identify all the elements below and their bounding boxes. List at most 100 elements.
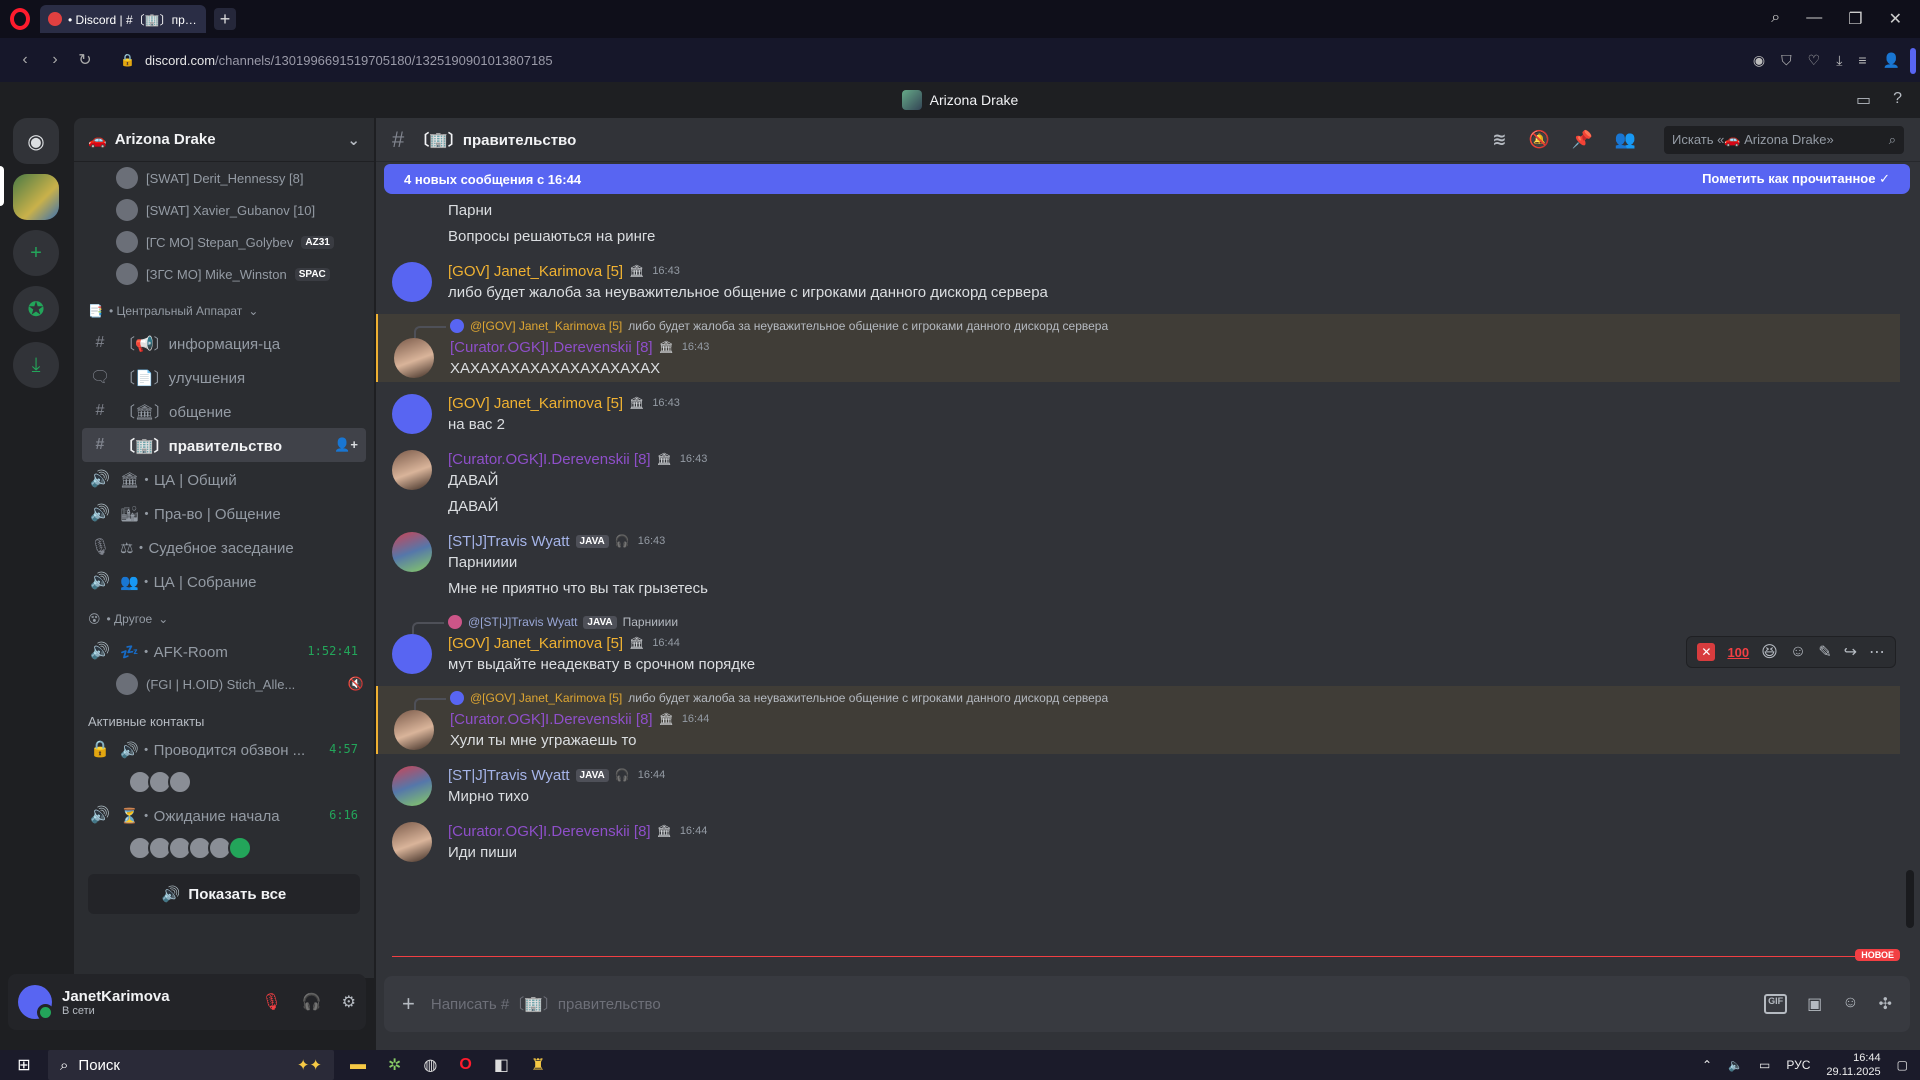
mic-muted-icon[interactable]: 🎙: [261, 992, 281, 1012]
forward-icon[interactable]: ›: [40, 51, 70, 69]
download-apps-icon[interactable]: ⤓: [13, 342, 59, 388]
reply-preview[interactable]: @[GOV] Janet_Karimova [5] либо будет жало…: [414, 316, 1884, 338]
author-name[interactable]: [Curator.OGK]I.Derevenskii [8]: [448, 451, 651, 468]
author-name[interactable]: [GOV] Janet_Karimova [5]: [448, 263, 623, 280]
channel-item[interactable]: 🔊 🏛・ЦА | Общий: [82, 462, 366, 496]
windows-start-icon[interactable]: ⊞: [0, 1055, 48, 1075]
channel-item[interactable]: 🔊 👥・ЦА | Собрание: [82, 564, 366, 598]
avatar[interactable]: [392, 822, 432, 862]
avatar[interactable]: [394, 338, 434, 378]
author-name[interactable]: [Curator.OGK]I.Derevenskii [8]: [450, 711, 653, 728]
sticker-icon[interactable]: ▣: [1807, 994, 1822, 1014]
channel-item[interactable]: 🔊 🏙・Пра-во | Общение: [82, 496, 366, 530]
forward-icon[interactable]: ↪: [1844, 642, 1857, 662]
help-icon[interactable]: ?: [1893, 90, 1902, 110]
menu-icon[interactable]: ≡: [1858, 52, 1866, 69]
reaction-laugh-icon[interactable]: 😆: [1761, 642, 1778, 662]
avatar[interactable]: [392, 450, 432, 490]
minimize-icon[interactable]: —: [1806, 9, 1822, 29]
author-name[interactable]: [Curator.OGK]I.Derevenskii [8]: [450, 339, 653, 356]
camera-icon[interactable]: ◉: [1753, 52, 1765, 69]
server-header[interactable]: 🚗 Arizona Drake ⌄: [74, 118, 374, 162]
channel-item[interactable]: 🗨 〔📄〕улучшения: [82, 360, 366, 394]
headphones-icon[interactable]: 🎧: [302, 992, 322, 1012]
gear-icon[interactable]: ⚙: [342, 992, 356, 1012]
avatar[interactable]: [394, 710, 434, 750]
members-icon[interactable]: 👥: [1615, 130, 1636, 150]
attach-plus-icon[interactable]: +: [402, 991, 415, 1017]
message[interactable]: @[ST|J]Travis Wyatt JAVA Парнииии [GOV] Jan…: [376, 610, 1900, 678]
scrollbar[interactable]: [1906, 870, 1914, 928]
active-call-2[interactable]: 🔊 ⏳・Ожидание начала 6:16: [82, 798, 366, 832]
clock[interactable]: 16:44 29.11.2025: [1826, 1051, 1880, 1079]
avatar[interactable]: [392, 532, 432, 572]
message[interactable]: [ST|J]Travis Wyatt JAVA 🎧 16:44 Мирно тихо: [376, 762, 1900, 810]
threads-icon[interactable]: ≋: [1492, 130, 1506, 150]
file-explorer-icon[interactable]: ▬: [350, 1056, 366, 1074]
user-info[interactable]: JanetKarimova В сети: [62, 988, 170, 1017]
message-input[interactable]: [430, 995, 1631, 1013]
message[interactable]: [Curator.OGK]I.Derevenskii [8] 🏛 16:44 Иди …: [376, 818, 1900, 866]
pin-icon[interactable]: 📌: [1572, 130, 1593, 150]
message[interactable]: [Curator.OGK]I.Derevenskii [8] 🏛 16:43 ДАВА…: [376, 446, 1900, 494]
voice-user[interactable]: [ЗГС МО] Mike_Winston SPAC: [74, 258, 374, 290]
notifications-icon[interactable]: ▢: [1897, 1058, 1908, 1072]
channel-afk[interactable]: 🔊 💤・AFK-Room 1:52:41: [82, 634, 366, 668]
message[interactable]: [GOV] Janet_Karimova [5] 🏛 16:43 на вас 2: [376, 390, 1900, 438]
add-server-icon[interactable]: +: [13, 230, 59, 276]
category-other[interactable]: 😵 • Другое ⌄: [74, 604, 374, 634]
url-field[interactable]: discord.com/channels/1301996691519705180…: [145, 53, 553, 68]
language-indicator[interactable]: РУС: [1786, 1058, 1810, 1072]
inbox-icon[interactable]: ▭: [1856, 90, 1871, 110]
voice-user[interactable]: [SWAT] Xavier_Gubanov [10]: [74, 194, 374, 226]
tray-chevron-icon[interactable]: ⌃: [1702, 1058, 1712, 1072]
apps-icon[interactable]: ✣: [1879, 994, 1892, 1014]
message[interactable]: [GOV] Janet_Karimova [5] 🏛 16:43 либо будет…: [376, 258, 1900, 306]
discord-home-icon[interactable]: ◉: [13, 118, 59, 164]
voice-user[interactable]: [ГС МО] Stepan_Golybev AZ31: [74, 226, 374, 258]
new-messages-banner[interactable]: 4 новых сообщения с 16:44 Пометить как п…: [384, 164, 1910, 194]
author-name[interactable]: [ST|J]Travis Wyatt: [448, 533, 570, 550]
restore-icon[interactable]: ❐: [1848, 9, 1862, 29]
download-icon[interactable]: ⤓: [1836, 52, 1842, 69]
author-name[interactable]: [GOV] Janet_Karimova [5]: [448, 395, 623, 412]
message[interactable]: Мне не приятно что вы так грызетесь: [376, 576, 1900, 602]
search-input[interactable]: Искать «🚗 Arizona Drake» ⌕: [1664, 125, 1904, 154]
afk-voice-user[interactable]: (FGI | H.OID) Stich_Alle... 🔇: [74, 668, 374, 700]
game-taskbar-icon[interactable]: ♜: [531, 1055, 545, 1075]
message[interactable]: ДАВАЙ: [376, 494, 1900, 520]
message[interactable]: [ST|J]Travis Wyatt JAVA 🎧 16:43 Парнииии: [376, 528, 1900, 576]
back-icon[interactable]: ‹: [10, 51, 40, 69]
author-name[interactable]: [ST|J]Travis Wyatt: [448, 767, 570, 784]
author-name[interactable]: [GOV] Janet_Karimova [5]: [448, 635, 623, 652]
explore-icon[interactable]: ✪: [13, 286, 59, 332]
category-central[interactable]: 📑 • Центральный Аппарат ⌄: [74, 296, 374, 326]
emoji-icon[interactable]: ☺: [1842, 994, 1858, 1014]
new-tab-button[interactable]: +: [214, 8, 236, 30]
reload-icon[interactable]: ↻: [70, 50, 100, 70]
notifications-muted-icon[interactable]: 🔕: [1528, 130, 1549, 150]
message[interactable]: Вопросы решаються на ринге: [376, 224, 1900, 250]
game-launcher-icon[interactable]: ✲: [388, 1055, 401, 1075]
taskbar-search[interactable]: ⌕ Поиск ✦✦: [48, 1050, 334, 1080]
active-call-1[interactable]: 🔒 🔊・Проводится обзвон ... 4:57: [82, 732, 366, 766]
channel-item[interactable]: # 〔🏢〕правительство 👤+: [82, 428, 366, 462]
reply-preview[interactable]: @[GOV] Janet_Karimova [5] либо будет жало…: [414, 688, 1884, 710]
avatar[interactable]: [392, 394, 432, 434]
steam-icon[interactable]: ◍: [423, 1055, 437, 1075]
heart-icon[interactable]: ♡: [1808, 52, 1821, 69]
edit-icon[interactable]: ✎: [1818, 642, 1831, 662]
channel-item[interactable]: 🎙 ⚖・Судебное заседание: [82, 530, 366, 564]
voice-user[interactable]: [SWAT] Derit_Hennessy [8]: [74, 162, 374, 194]
channel-item[interactable]: # 〔🏛〕общение: [82, 394, 366, 428]
message[interactable]: @[GOV] Janet_Karimova [5] либо будет жало…: [376, 314, 1900, 382]
avatar[interactable]: [392, 262, 432, 302]
close-icon[interactable]: ✕: [1889, 9, 1902, 29]
message[interactable]: @[GOV] Janet_Karimova [5] либо будет жало…: [376, 686, 1900, 754]
opera-logo-icon[interactable]: [10, 8, 30, 30]
search-tabs-icon[interactable]: ⌕: [1771, 9, 1780, 29]
server-arizona-drake[interactable]: [13, 174, 59, 220]
reply-preview[interactable]: @[ST|J]Travis Wyatt JAVA Парнииии: [412, 612, 1884, 634]
profile-icon[interactable]: 👤: [1883, 52, 1900, 69]
message[interactable]: Парни: [376, 198, 1900, 224]
